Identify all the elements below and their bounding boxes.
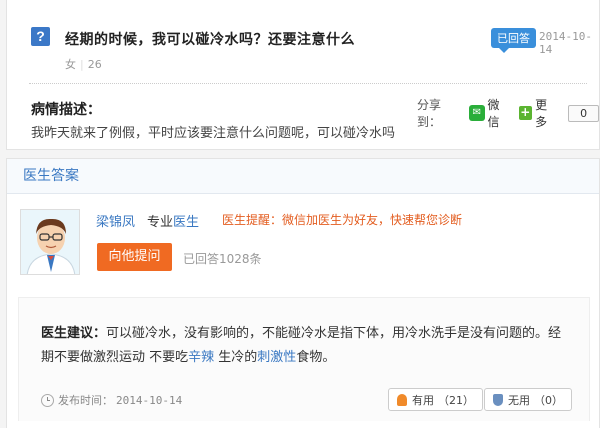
- question-date: 2014-10-14: [539, 30, 592, 56]
- doctor-avatar-icon: [21, 210, 79, 274]
- doctor-dept-link[interactable]: 医生: [173, 215, 199, 230]
- keyword-link-irritant[interactable]: 刺激性: [257, 350, 296, 365]
- description-text: 我昨天就来了例假，平时应该要注意什么问题呢，可以碰冷水吗: [31, 126, 396, 141]
- advice-label: 医生建议：: [41, 326, 107, 341]
- clock-icon: [41, 393, 54, 407]
- answer-card: 医生答案 梁锦凤 专业医生 医生提醒：微信加医生为好友，快速帮您诊断 向他提问 …: [6, 158, 600, 428]
- ask-doctor-button[interactable]: 向他提问: [97, 243, 172, 271]
- answered-count: 已回答1028条: [183, 252, 262, 266]
- patient-gender: 女: [65, 58, 76, 71]
- share-wechat-link[interactable]: 微信: [488, 96, 511, 130]
- keyword-link-spicy[interactable]: 辛辣: [188, 350, 214, 365]
- question-card: ? 经期的时候，我可以碰冷水吗？还要注意什么 女 | 26 已回答 2014-10-…: [6, 0, 600, 150]
- publish-time: 发布时间： 2014-10-14: [41, 392, 182, 408]
- doctor-title-prefix: 专业: [147, 215, 174, 230]
- thumbs-down-icon: [493, 393, 503, 406]
- share-more-link[interactable]: 更多: [535, 96, 558, 130]
- question-meta: 女 | 26: [65, 58, 102, 71]
- thumbs-up-icon: [397, 393, 407, 406]
- advice-box: 医生建议：可以碰冷水，没有影响的，不能碰冷水是指下体，用冷水洗手是没有问题的。经…: [18, 297, 590, 421]
- doctor-title: 专业医生: [147, 211, 199, 230]
- advice-part3: 食物。: [296, 350, 336, 365]
- publish-label: 发布时间：: [58, 394, 113, 407]
- useless-button[interactable]: 无用 （0）: [484, 388, 572, 411]
- publish-date: 2014-10-14: [116, 393, 183, 407]
- useless-count: （0）: [534, 393, 563, 407]
- useful-button[interactable]: 有用 （21）: [388, 388, 483, 411]
- share-bar: 分享到： ✉ 微信 + 更多 0: [417, 96, 599, 130]
- divider: [29, 83, 587, 84]
- status-badge: 已回答: [491, 28, 536, 53]
- useful-label: 有用: [412, 393, 434, 407]
- wechat-icon[interactable]: ✉: [469, 105, 485, 121]
- description-label: 病情描述：: [31, 102, 101, 118]
- doctor-tip: 医生提醒：微信加医生为好友，快速帮您诊断: [222, 213, 463, 227]
- patient-age: 26: [87, 58, 102, 71]
- section-title: 医生答案: [7, 159, 599, 194]
- share-label: 分享到：: [417, 98, 442, 129]
- useful-count: （21）: [438, 393, 474, 407]
- question-title: 经期的时候，我可以碰冷水吗？还要注意什么: [65, 32, 355, 48]
- doctor-avatar: [20, 209, 80, 275]
- useless-label: 无用: [508, 393, 530, 407]
- share-count: 0: [568, 104, 599, 122]
- doctor-name-link[interactable]: 梁锦凤: [96, 211, 135, 230]
- advice-text: 医生建议：可以碰冷水，没有影响的，不能碰冷水是指下体，用冷水洗手是没有问题的。经…: [41, 322, 569, 370]
- question-icon: ?: [31, 27, 50, 46]
- advice-part2: 生冷的: [214, 350, 258, 365]
- plus-icon[interactable]: +: [518, 106, 533, 120]
